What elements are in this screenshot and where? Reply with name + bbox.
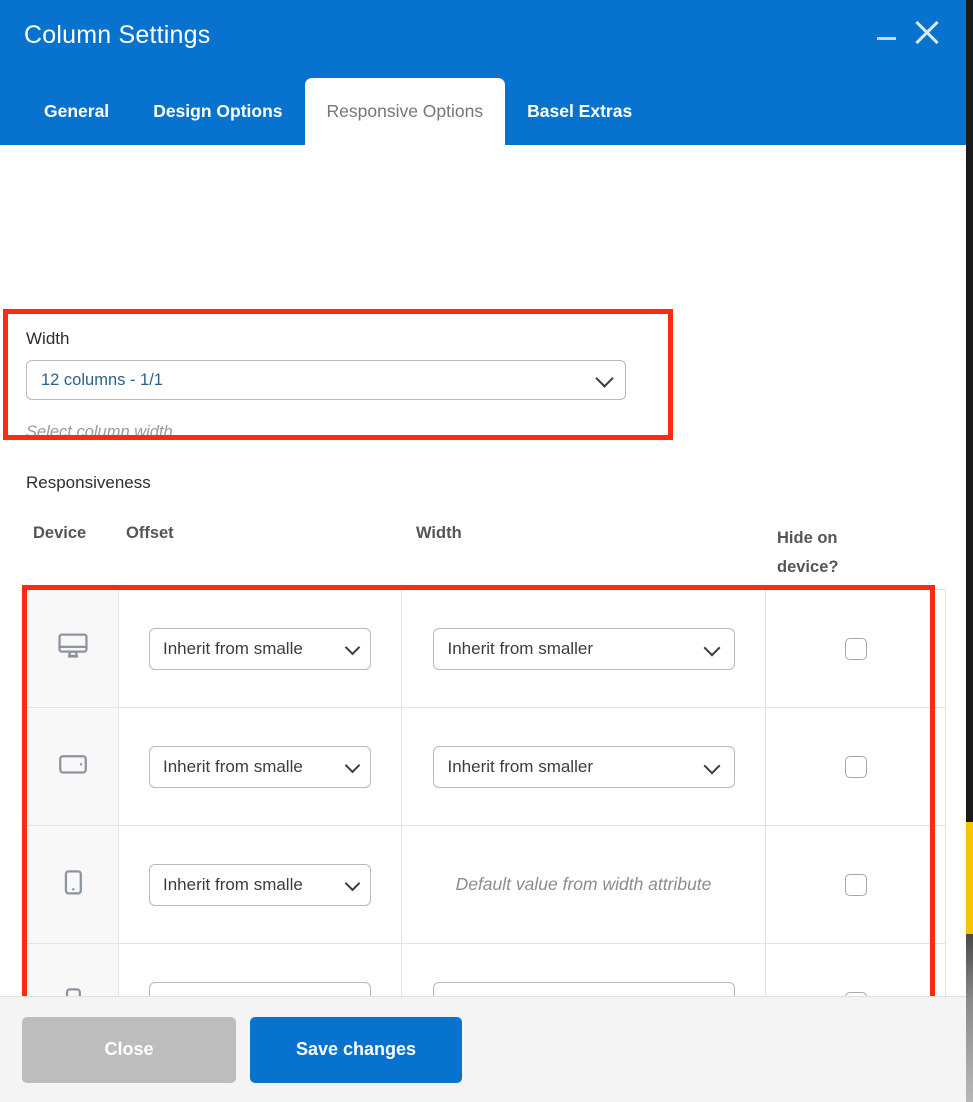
chevron-down-icon bbox=[703, 757, 720, 774]
row-width-select[interactable]: Inherit from smaller bbox=[433, 746, 735, 788]
row-width-select-value: Inherit from smaller bbox=[448, 757, 593, 777]
offset-cell: Inherit from smalle bbox=[119, 590, 402, 708]
offset-select[interactable]: Inherit from smalle bbox=[149, 864, 371, 906]
hide-on-device-checkbox[interactable] bbox=[845, 756, 867, 778]
mobile-icon bbox=[56, 983, 90, 996]
hide-on-device-checkbox[interactable] bbox=[845, 874, 867, 896]
chevron-down-icon bbox=[703, 639, 720, 656]
table-row: Inherit from smalle Default value from w… bbox=[27, 826, 946, 944]
width-cell: Inherit from smaller bbox=[402, 708, 766, 826]
offset-cell: Inherit from smalle bbox=[119, 826, 402, 944]
tab-responsive-options[interactable]: Responsive Options bbox=[305, 78, 506, 145]
width-default-note: Default value from width attribute bbox=[402, 869, 765, 899]
chevron-down-icon bbox=[345, 993, 361, 996]
tablet-portrait-icon bbox=[56, 865, 90, 904]
hide-on-device-checkbox[interactable] bbox=[845, 992, 867, 997]
row-width-select[interactable]: Inherit from smaller bbox=[433, 628, 735, 670]
responsiveness-table: Inherit from smalle Inherit from smaller bbox=[26, 589, 946, 996]
header-device: Device bbox=[33, 524, 86, 543]
header-hide-on-device: Hide on device? bbox=[777, 524, 867, 583]
tablet-landscape-icon bbox=[56, 747, 90, 786]
header-width: Width bbox=[416, 524, 462, 543]
tab-design-options[interactable]: Design Options bbox=[131, 78, 304, 145]
chevron-down-icon bbox=[703, 993, 720, 996]
device-cell bbox=[27, 944, 119, 997]
chevron-down-icon bbox=[345, 757, 361, 773]
tab-bar: General Design Options Responsive Option… bbox=[0, 78, 654, 145]
tab-general[interactable]: General bbox=[22, 78, 131, 145]
column-settings-modal: Column Settings General Design Options R… bbox=[0, 0, 966, 1102]
width-field-group: Width 12 columns - 1/1 bbox=[26, 329, 626, 400]
modal-body: Width 12 columns - 1/1 Select column wid… bbox=[0, 145, 966, 996]
row-width-select-value: Inherit from smaller bbox=[448, 639, 593, 659]
save-changes-button[interactable]: Save changes bbox=[250, 1017, 462, 1083]
row-width-select[interactable] bbox=[433, 982, 735, 997]
device-cell bbox=[27, 826, 119, 944]
chevron-down-icon bbox=[345, 639, 361, 655]
width-cell: Inherit from smaller bbox=[402, 590, 766, 708]
screen: Column Settings General Design Options R… bbox=[0, 0, 973, 1102]
offset-select-value: Inherit from smalle bbox=[163, 757, 303, 777]
page-scrollbar-thumb[interactable] bbox=[966, 822, 973, 934]
modal-footer: Close Save changes bbox=[0, 996, 966, 1102]
browser-scrollbar[interactable] bbox=[966, 934, 973, 1102]
offset-select-value: Inherit from smalle bbox=[163, 875, 303, 895]
width-cell bbox=[402, 944, 766, 997]
table-row: No offset bbox=[27, 944, 946, 997]
hide-cell bbox=[766, 590, 946, 708]
width-label: Width bbox=[26, 329, 626, 349]
width-cell: Default value from width attribute bbox=[402, 826, 766, 944]
offset-select-value: No offset bbox=[163, 993, 231, 997]
width-select[interactable]: 12 columns - 1/1 bbox=[26, 360, 626, 400]
offset-select[interactable]: Inherit from smalle bbox=[149, 746, 371, 788]
chevron-down-icon bbox=[595, 369, 613, 387]
close-icon[interactable] bbox=[912, 18, 942, 48]
hide-cell bbox=[766, 826, 946, 944]
width-description: Select column width bbox=[26, 423, 173, 442]
header-offset: Offset bbox=[126, 524, 174, 543]
chevron-down-icon bbox=[345, 875, 361, 891]
table-row: Inherit from smalle Inherit from smaller bbox=[27, 708, 946, 826]
offset-cell: No offset bbox=[119, 944, 402, 997]
close-button[interactable]: Close bbox=[22, 1017, 236, 1083]
hide-cell bbox=[766, 944, 946, 997]
modal-title: Column Settings bbox=[24, 21, 210, 50]
hide-cell bbox=[766, 708, 946, 826]
table-body: Inherit from smalle Inherit from smaller bbox=[27, 590, 946, 997]
device-cell bbox=[27, 590, 119, 708]
tab-basel-extras[interactable]: Basel Extras bbox=[505, 78, 654, 145]
offset-cell: Inherit from smalle bbox=[119, 708, 402, 826]
hide-on-device-checkbox[interactable] bbox=[845, 638, 867, 660]
minimize-icon[interactable] bbox=[876, 22, 898, 44]
window-controls bbox=[876, 18, 942, 48]
width-select-value: 12 columns - 1/1 bbox=[41, 371, 163, 390]
device-cell bbox=[27, 708, 119, 826]
offset-select[interactable]: No offset bbox=[149, 982, 371, 997]
offset-select[interactable]: Inherit from smalle bbox=[149, 628, 371, 670]
table-row: Inherit from smalle Inherit from smaller bbox=[27, 590, 946, 708]
responsiveness-title: Responsiveness bbox=[26, 473, 151, 493]
modal-header: Column Settings General Design Options R… bbox=[0, 0, 966, 145]
desktop-icon bbox=[56, 629, 90, 668]
offset-select-value: Inherit from smalle bbox=[163, 639, 303, 659]
